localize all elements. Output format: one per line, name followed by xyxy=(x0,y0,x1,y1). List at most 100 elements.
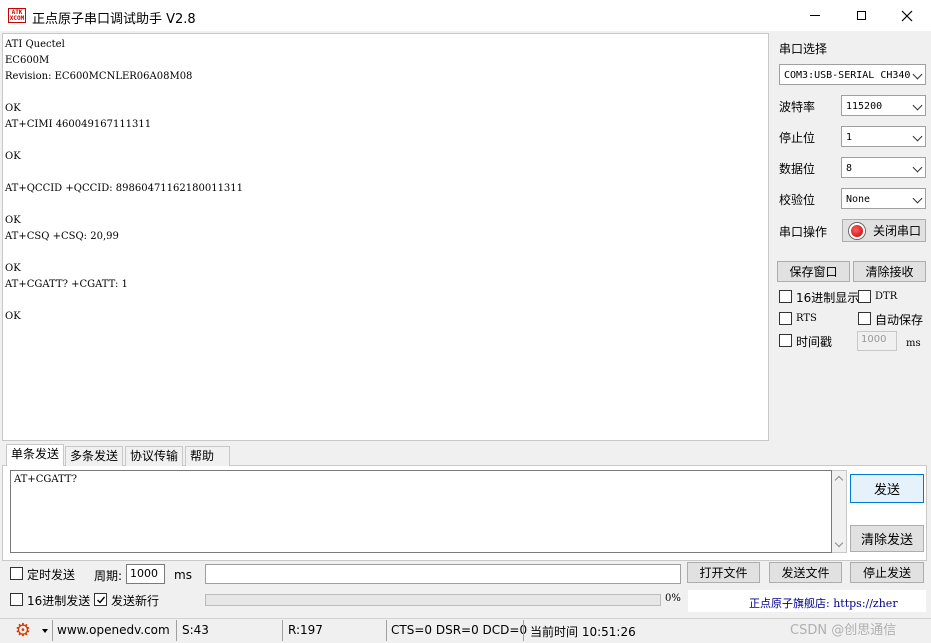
timed-send-checkbox[interactable] xyxy=(10,567,23,580)
hex-send-label: 16进制发送 xyxy=(27,594,91,608)
port-select-value: COM3:USB-SERIAL CH340 xyxy=(784,70,911,81)
rts-checkbox[interactable] xyxy=(779,312,792,325)
data-bits-label: 数据位 xyxy=(779,162,816,176)
receive-text-area[interactable]: ATI Quectel EC600M Revision: EC600MCNLER06… xyxy=(2,33,769,441)
status-separator xyxy=(282,620,283,641)
port-status-led-icon xyxy=(849,222,865,239)
period-unit: ms xyxy=(174,568,192,582)
receive-line: ATI Quectel xyxy=(5,39,65,50)
receive-line xyxy=(5,245,766,261)
receive-line: AT+QCCID +QCCID: 89860471162180011311 xyxy=(5,183,244,194)
sent-count: S:43 xyxy=(182,623,209,637)
stop-bits-select[interactable]: 1 xyxy=(841,126,926,147)
tab-help[interactable]: 帮助 xyxy=(185,446,230,466)
app-logo: ATK XCOM xyxy=(8,8,26,23)
store-link[interactable]: 正点原子旗舰店: https://zher xyxy=(749,595,898,611)
receive-line: EC600M xyxy=(5,55,50,66)
baud-value: 115200 xyxy=(846,101,883,112)
maximize-icon xyxy=(856,11,866,20)
dtr-label: DTR xyxy=(875,291,898,302)
current-time: 当前时间 10:51:26 xyxy=(530,625,636,639)
clear-send-button[interactable]: 清除发送 xyxy=(850,525,924,552)
period-label: 周期: xyxy=(94,569,123,583)
send-file-button[interactable]: 发送文件 xyxy=(769,562,842,583)
maximize-button[interactable] xyxy=(838,0,884,31)
receive-line xyxy=(5,197,766,213)
auto-save-checkbox[interactable] xyxy=(858,312,871,325)
chevron-down-icon xyxy=(912,131,923,142)
minimize-icon xyxy=(810,15,820,16)
parity-select[interactable]: None xyxy=(841,188,926,209)
rts-label: RTS xyxy=(796,313,817,324)
hex-display-checkbox[interactable] xyxy=(779,290,792,303)
hex-send-checkbox[interactable] xyxy=(10,593,23,606)
chevron-down-icon xyxy=(912,100,923,111)
parity-value: None xyxy=(846,194,871,205)
baud-label: 波特率 xyxy=(779,100,816,114)
tab-protocol[interactable]: 协议传输 xyxy=(125,446,184,466)
stop-bits-label: 停止位 xyxy=(779,131,816,145)
timestamp-unit: ms xyxy=(906,338,921,349)
send-text-input[interactable]: AT+CGATT? xyxy=(10,470,832,553)
receive-line xyxy=(5,293,766,309)
close-button[interactable] xyxy=(884,0,930,31)
parity-label: 校验位 xyxy=(779,193,816,207)
stop-send-button[interactable]: 停止发送 xyxy=(850,562,924,583)
receive-line: Revision: EC600MCNLER06A08M08 xyxy=(5,71,193,82)
send-newline-checkbox[interactable] xyxy=(94,593,107,606)
send-button[interactable]: 发送 xyxy=(850,474,924,503)
gear-icon[interactable]: ⚙ xyxy=(13,621,33,641)
chevron-down-icon xyxy=(912,69,923,80)
tab-single-send[interactable]: 单条发送 xyxy=(6,444,65,466)
auto-save-label: 自动保存 xyxy=(875,313,924,327)
close-port-label: 关闭串口 xyxy=(873,224,922,238)
timestamp-checkbox[interactable] xyxy=(779,334,792,347)
data-bits-select[interactable]: 8 xyxy=(841,157,926,178)
stop-bits-value: 1 xyxy=(846,132,853,143)
receive-line: AT+CSQ +CSQ: 20,99 xyxy=(5,231,119,242)
send-progress-bar xyxy=(205,594,661,606)
dtr-checkbox[interactable] xyxy=(858,290,871,303)
receive-line: OK xyxy=(5,263,21,274)
watermark: CSDN @创思通信 xyxy=(790,623,897,638)
receive-line xyxy=(5,85,766,101)
clear-receive-button[interactable]: 清除接收 xyxy=(853,261,926,282)
status-separator xyxy=(523,620,524,641)
tab-multi-send[interactable]: 多条发送 xyxy=(65,446,124,466)
checkmark-icon xyxy=(96,596,105,604)
scroll-up-icon xyxy=(834,475,844,485)
hex-display-label: 16进制显示 xyxy=(796,291,860,305)
minimize-button[interactable] xyxy=(792,0,838,31)
window-title: 正点原子串口调试助手 V2.8 xyxy=(32,12,196,27)
baud-select[interactable]: 115200 xyxy=(841,95,926,116)
receive-line: AT+CGATT? +CGATT: 1 xyxy=(5,279,128,290)
timed-send-label: 定时发送 xyxy=(27,568,76,582)
close-icon xyxy=(901,10,913,21)
port-operation-label: 串口操作 xyxy=(779,225,828,239)
file-path-field[interactable] xyxy=(205,564,681,584)
status-separator xyxy=(386,620,387,641)
receive-line xyxy=(5,165,766,181)
send-progress-percent: 0% xyxy=(665,593,681,604)
port-select-label: 串口选择 xyxy=(779,42,828,56)
chevron-down-icon xyxy=(912,193,923,204)
receive-line: OK xyxy=(5,215,21,226)
port-select[interactable]: COM3:USB-SERIAL CH340 xyxy=(779,64,926,85)
timestamp-interval-input[interactable]: 1000 xyxy=(857,331,897,351)
send-newline-label: 发送新行 xyxy=(111,594,160,608)
scroll-down-icon xyxy=(834,538,844,548)
modem-signals: CTS=0 DSR=0 DCD=0 xyxy=(391,623,528,637)
receive-line: OK xyxy=(5,311,21,322)
close-port-button[interactable]: 关闭串口 xyxy=(842,219,926,242)
website-link[interactable]: www.openedv.com xyxy=(57,623,170,637)
period-input[interactable]: 1000 xyxy=(126,564,165,584)
open-file-button[interactable]: 打开文件 xyxy=(687,562,760,583)
receive-line: AT+CIMI 460049167111311 xyxy=(5,119,152,130)
status-separator xyxy=(176,620,177,641)
send-scrollbar[interactable] xyxy=(832,470,847,553)
status-separator xyxy=(52,620,53,641)
save-window-button[interactable]: 保存窗口 xyxy=(777,261,850,282)
received-count: R:197 xyxy=(288,623,323,637)
data-bits-value: 8 xyxy=(846,163,853,174)
chevron-down-icon[interactable] xyxy=(42,629,48,633)
